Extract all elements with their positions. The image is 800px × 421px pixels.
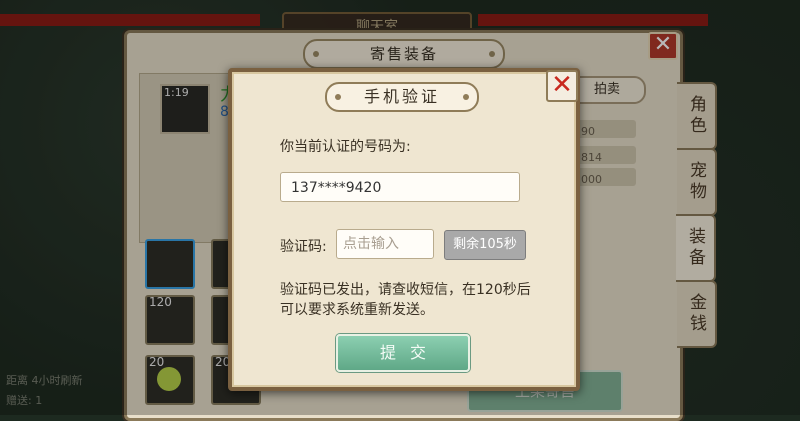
- phone-verification-dialog: 手机验证 ✕ 你当前认证的号码为: 137****9420 验证码: 剩余105…: [228, 68, 580, 391]
- verification-code-input[interactable]: [336, 229, 434, 259]
- close-icon: ✕: [551, 70, 573, 100]
- dialog-title-text: 手机验证: [363, 87, 440, 106]
- dialog-title: 手机验证: [325, 82, 479, 112]
- phone-number-field: 137****9420: [280, 172, 520, 202]
- phone-prompt: 你当前认证的号码为:: [280, 139, 411, 155]
- dialog-close-button[interactable]: ✕: [546, 70, 578, 102]
- code-label: 验证码:: [280, 239, 327, 255]
- title-dot-right: [463, 94, 469, 100]
- resend-countdown-button[interactable]: 剩余105秒: [444, 230, 526, 260]
- sms-notice: 验证码已发出，请查收短信，在120秒后可以要求系统重新发送。: [280, 282, 531, 318]
- submit-button[interactable]: 提交: [336, 334, 470, 372]
- title-dot-left: [335, 94, 341, 100]
